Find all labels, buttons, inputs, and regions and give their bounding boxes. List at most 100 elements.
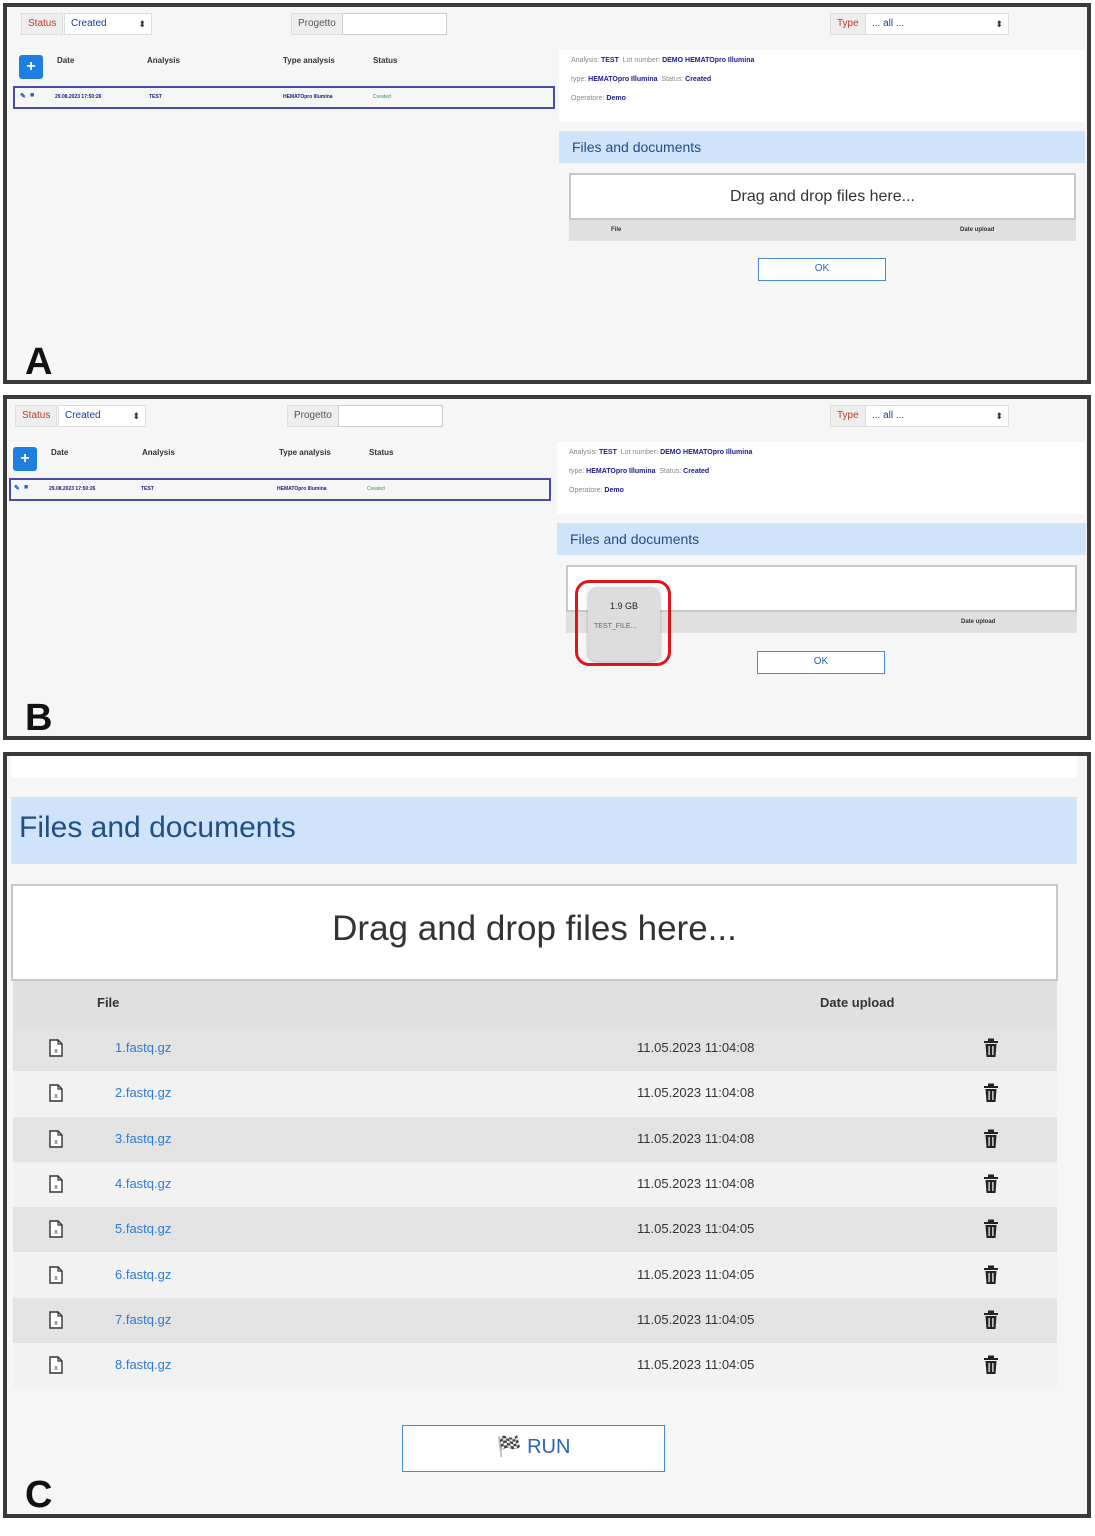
ok-button[interactable]: OK — [757, 651, 885, 674]
status-filter-select[interactable]: Created ⬍ — [64, 13, 152, 35]
edit-icon[interactable]: ✎ — [20, 92, 26, 100]
svg-text:x: x — [54, 1048, 58, 1055]
file-name-link[interactable]: 3.fastq.gz — [115, 1131, 171, 1146]
ok-button[interactable]: OK — [758, 258, 886, 281]
files-header: Files and documents — [557, 523, 1086, 555]
analysis-info: Analysis: TEST Lot number: DEMO HEMATOpr… — [557, 442, 1085, 514]
trash-icon[interactable] — [983, 1265, 999, 1285]
chevron-updown-icon: ⬍ — [132, 411, 140, 421]
file-upload-date: 11.05.2023 11:04:05 — [637, 1311, 755, 1327]
files-table-header: File Date upload — [13, 981, 1057, 1026]
run-label: RUN — [527, 1436, 571, 1458]
dragged-file-preview[interactable]: 1.9 GB TEST_FILE... — [588, 587, 660, 661]
row-type: HEMATOpro Illumina — [283, 94, 333, 100]
type-filter-value: ... all ... — [872, 18, 905, 29]
files-table-header: File Date upload — [569, 220, 1076, 241]
col-date: Date — [51, 448, 69, 457]
progetto-label: Progetto — [291, 13, 343, 35]
col-type-analysis: Type analysis — [279, 448, 331, 457]
file-row: x 3.fastq.gz 11.05.2023 11:04:08 — [13, 1116, 1057, 1162]
edit-icon[interactable]: ✎ — [14, 484, 20, 492]
file-name-link[interactable]: 7.fastq.gz — [115, 1312, 171, 1327]
trash-icon[interactable] — [983, 1355, 999, 1375]
dropzone[interactable]: Drag and drop files here... — [569, 173, 1076, 220]
chevron-updown-icon: ⬍ — [995, 19, 1003, 29]
chevron-updown-icon: ⬍ — [138, 19, 146, 29]
progetto-label: Progetto — [287, 405, 339, 427]
progetto-input[interactable] — [342, 13, 447, 35]
row-status: Created — [373, 94, 391, 100]
trash-icon[interactable] — [983, 1219, 999, 1239]
type-filter-select[interactable]: ... all ... ⬍ — [865, 405, 1009, 427]
file-upload-date: 11.05.2023 11:04:08 — [637, 1040, 755, 1055]
add-analysis-button[interactable]: + — [19, 55, 43, 79]
col-date-upload: Date upload — [961, 619, 996, 625]
file-name-link[interactable]: 8.fastq.gz — [115, 1357, 171, 1372]
files-header: Files and documents — [559, 131, 1085, 163]
col-status: Status — [369, 448, 394, 457]
files-header: Files and documents — [11, 797, 1077, 864]
panel-label-c: C — [25, 1474, 53, 1516]
analysis-row[interactable]: ✎ ■ 29.08.2023 17:50:26 TEST HEMATOpro I… — [13, 86, 555, 109]
file-name-link[interactable]: 4.fastq.gz — [115, 1176, 171, 1191]
progetto-input[interactable] — [338, 405, 443, 427]
dropzone[interactable]: Drag and drop files here... — [11, 884, 1058, 981]
info-line-3: Operatore: Demo — [571, 95, 626, 102]
delete-icon[interactable]: ■ — [30, 92, 34, 99]
file-upload-date: 11.05.2023 11:04:05 — [637, 1221, 755, 1237]
row-date: 29.08.2023 17:50:26 — [49, 486, 96, 492]
col-date: Date — [57, 56, 75, 65]
trash-icon[interactable] — [983, 1129, 999, 1149]
trash-icon[interactable] — [983, 1174, 999, 1194]
flag-icon: 🏁 — [496, 1436, 522, 1458]
trash-icon[interactable] — [983, 1038, 999, 1058]
dragged-file-name: TEST_FILE... — [594, 623, 637, 630]
panel-c: Files and documents Drag and drop files … — [3, 752, 1091, 1518]
panel-label-a: A — [25, 341, 53, 383]
type-filter-select[interactable]: ... all ... ⬍ — [865, 13, 1009, 35]
row-analysis: TEST — [141, 486, 154, 492]
excel-file-icon: x — [49, 1129, 63, 1148]
excel-file-icon: x — [49, 1175, 63, 1193]
excel-file-icon: x — [49, 1311, 63, 1329]
status-filter-label: Status — [15, 405, 58, 427]
info-line-3: Operatore: Demo — [569, 487, 624, 494]
svg-text:x: x — [54, 1139, 58, 1146]
panel-b: Status Created ⬍ Progetto Type ... all ..… — [3, 395, 1091, 740]
file-name-link[interactable]: 6.fastq.gz — [115, 1267, 171, 1282]
excel-file-icon: x — [49, 1084, 63, 1102]
row-status: Created — [367, 486, 385, 492]
analysis-info: Analysis: TEST Lot number: DEMO HEMATOpr… — [559, 50, 1085, 122]
col-date-upload: Date upload — [820, 995, 895, 1010]
type-filter-value: ... all ... — [872, 410, 905, 421]
file-upload-date: 11.05.2023 11:04:08 — [637, 1130, 755, 1146]
analysis-row[interactable]: ✎ ■ 29.08.2023 17:50:26 TEST HEMATOpro I… — [9, 478, 551, 501]
run-button[interactable]: 🏁 RUN — [402, 1425, 665, 1472]
file-row: x 2.fastq.gz 11.05.2023 11:04:08 — [13, 1071, 1057, 1117]
file-name-link[interactable]: 2.fastq.gz — [115, 1085, 171, 1100]
file-upload-date: 11.05.2023 11:04:08 — [637, 1085, 755, 1101]
trash-icon[interactable] — [983, 1310, 999, 1330]
info-line-2: type: HEMATOpro Illumina Status: Created — [571, 76, 712, 83]
svg-text:x: x — [54, 1229, 58, 1236]
col-file: File — [97, 995, 120, 1010]
file-name-link[interactable]: 1.fastq.gz — [115, 1040, 171, 1055]
file-row: x 8.fastq.gz 11.05.2023 11:04:05 — [13, 1343, 1057, 1389]
svg-text:x: x — [54, 1365, 58, 1372]
file-row: x 6.fastq.gz 11.05.2023 11:04:05 — [13, 1252, 1057, 1298]
add-analysis-button[interactable]: + — [13, 447, 37, 471]
trash-icon[interactable] — [983, 1083, 999, 1103]
panel-a: Status Created ⬍ Progetto Type ... all ..… — [3, 3, 1091, 384]
type-filter-label: Type — [830, 405, 866, 427]
file-row: x 1.fastq.gz 11.05.2023 11:04:08 — [13, 1026, 1057, 1071]
file-name-link[interactable]: 5.fastq.gz — [115, 1221, 171, 1236]
status-filter-select[interactable]: Created ⬍ — [58, 405, 146, 427]
chevron-updown-icon: ⬍ — [995, 411, 1003, 421]
file-upload-date: 11.05.2023 11:04:08 — [637, 1175, 755, 1191]
row-analysis: TEST — [149, 94, 162, 100]
type-filter-label: Type — [830, 13, 866, 35]
delete-icon[interactable]: ■ — [24, 484, 28, 491]
info-area-bottom — [11, 756, 1077, 778]
excel-file-icon: x — [49, 1039, 63, 1057]
file-upload-date: 11.05.2023 11:04:05 — [637, 1357, 755, 1373]
